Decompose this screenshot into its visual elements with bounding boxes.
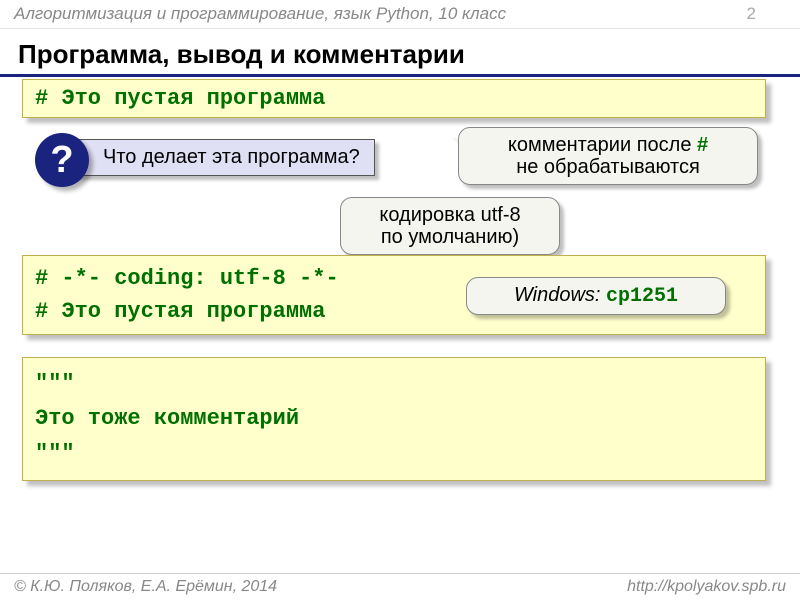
course-label: Алгоритмизация и программирование, язык …: [14, 4, 506, 24]
code3-line1: """: [35, 366, 753, 401]
callout-encoding: кодировка utf-8 по умолчанию): [340, 197, 560, 255]
windows-label: Windows:: [514, 284, 601, 306]
callout-enc-line2: по умолчанию): [381, 226, 519, 248]
callout-text-suffix: не обрабатываются: [516, 156, 700, 178]
hash-symbol: #: [697, 134, 708, 156]
windows-encoding: cp1251: [606, 285, 678, 308]
slide-header: Алгоритмизация и программирование, язык …: [0, 0, 800, 29]
code3-line2: Это тоже комментарий: [35, 401, 753, 436]
callout-text-prefix: комментарии после: [508, 134, 697, 156]
callout-enc-line1: кодировка utf-8: [379, 204, 520, 226]
slide-footer: © К.Ю. Поляков, Е.А. Ерёмин, 2014 http:/…: [0, 573, 800, 600]
page-number: 2: [747, 4, 756, 24]
footer-author: © К.Ю. Поляков, Е.А. Ерёмин, 2014: [14, 578, 277, 596]
code3-line3: """: [35, 436, 753, 471]
code-block-3: """ Это тоже комментарий """: [22, 357, 766, 481]
question-mark-icon: ?: [35, 133, 89, 187]
footer-url: http://kpolyakov.spb.ru: [627, 578, 786, 596]
callout-comments: комментарии после # не обрабатываются: [458, 127, 758, 185]
code-block-1: # Это пустая программа: [22, 79, 766, 118]
slide-title: Программа, вывод и комментарии: [0, 29, 800, 77]
callout-windows: Windows: cp1251: [466, 277, 726, 315]
question-mark-glyph: ?: [50, 139, 73, 182]
slide-content: # Это пустая программа ? Что делает эта …: [0, 77, 800, 577]
question-box: Что делает эта программа?: [72, 139, 375, 176]
